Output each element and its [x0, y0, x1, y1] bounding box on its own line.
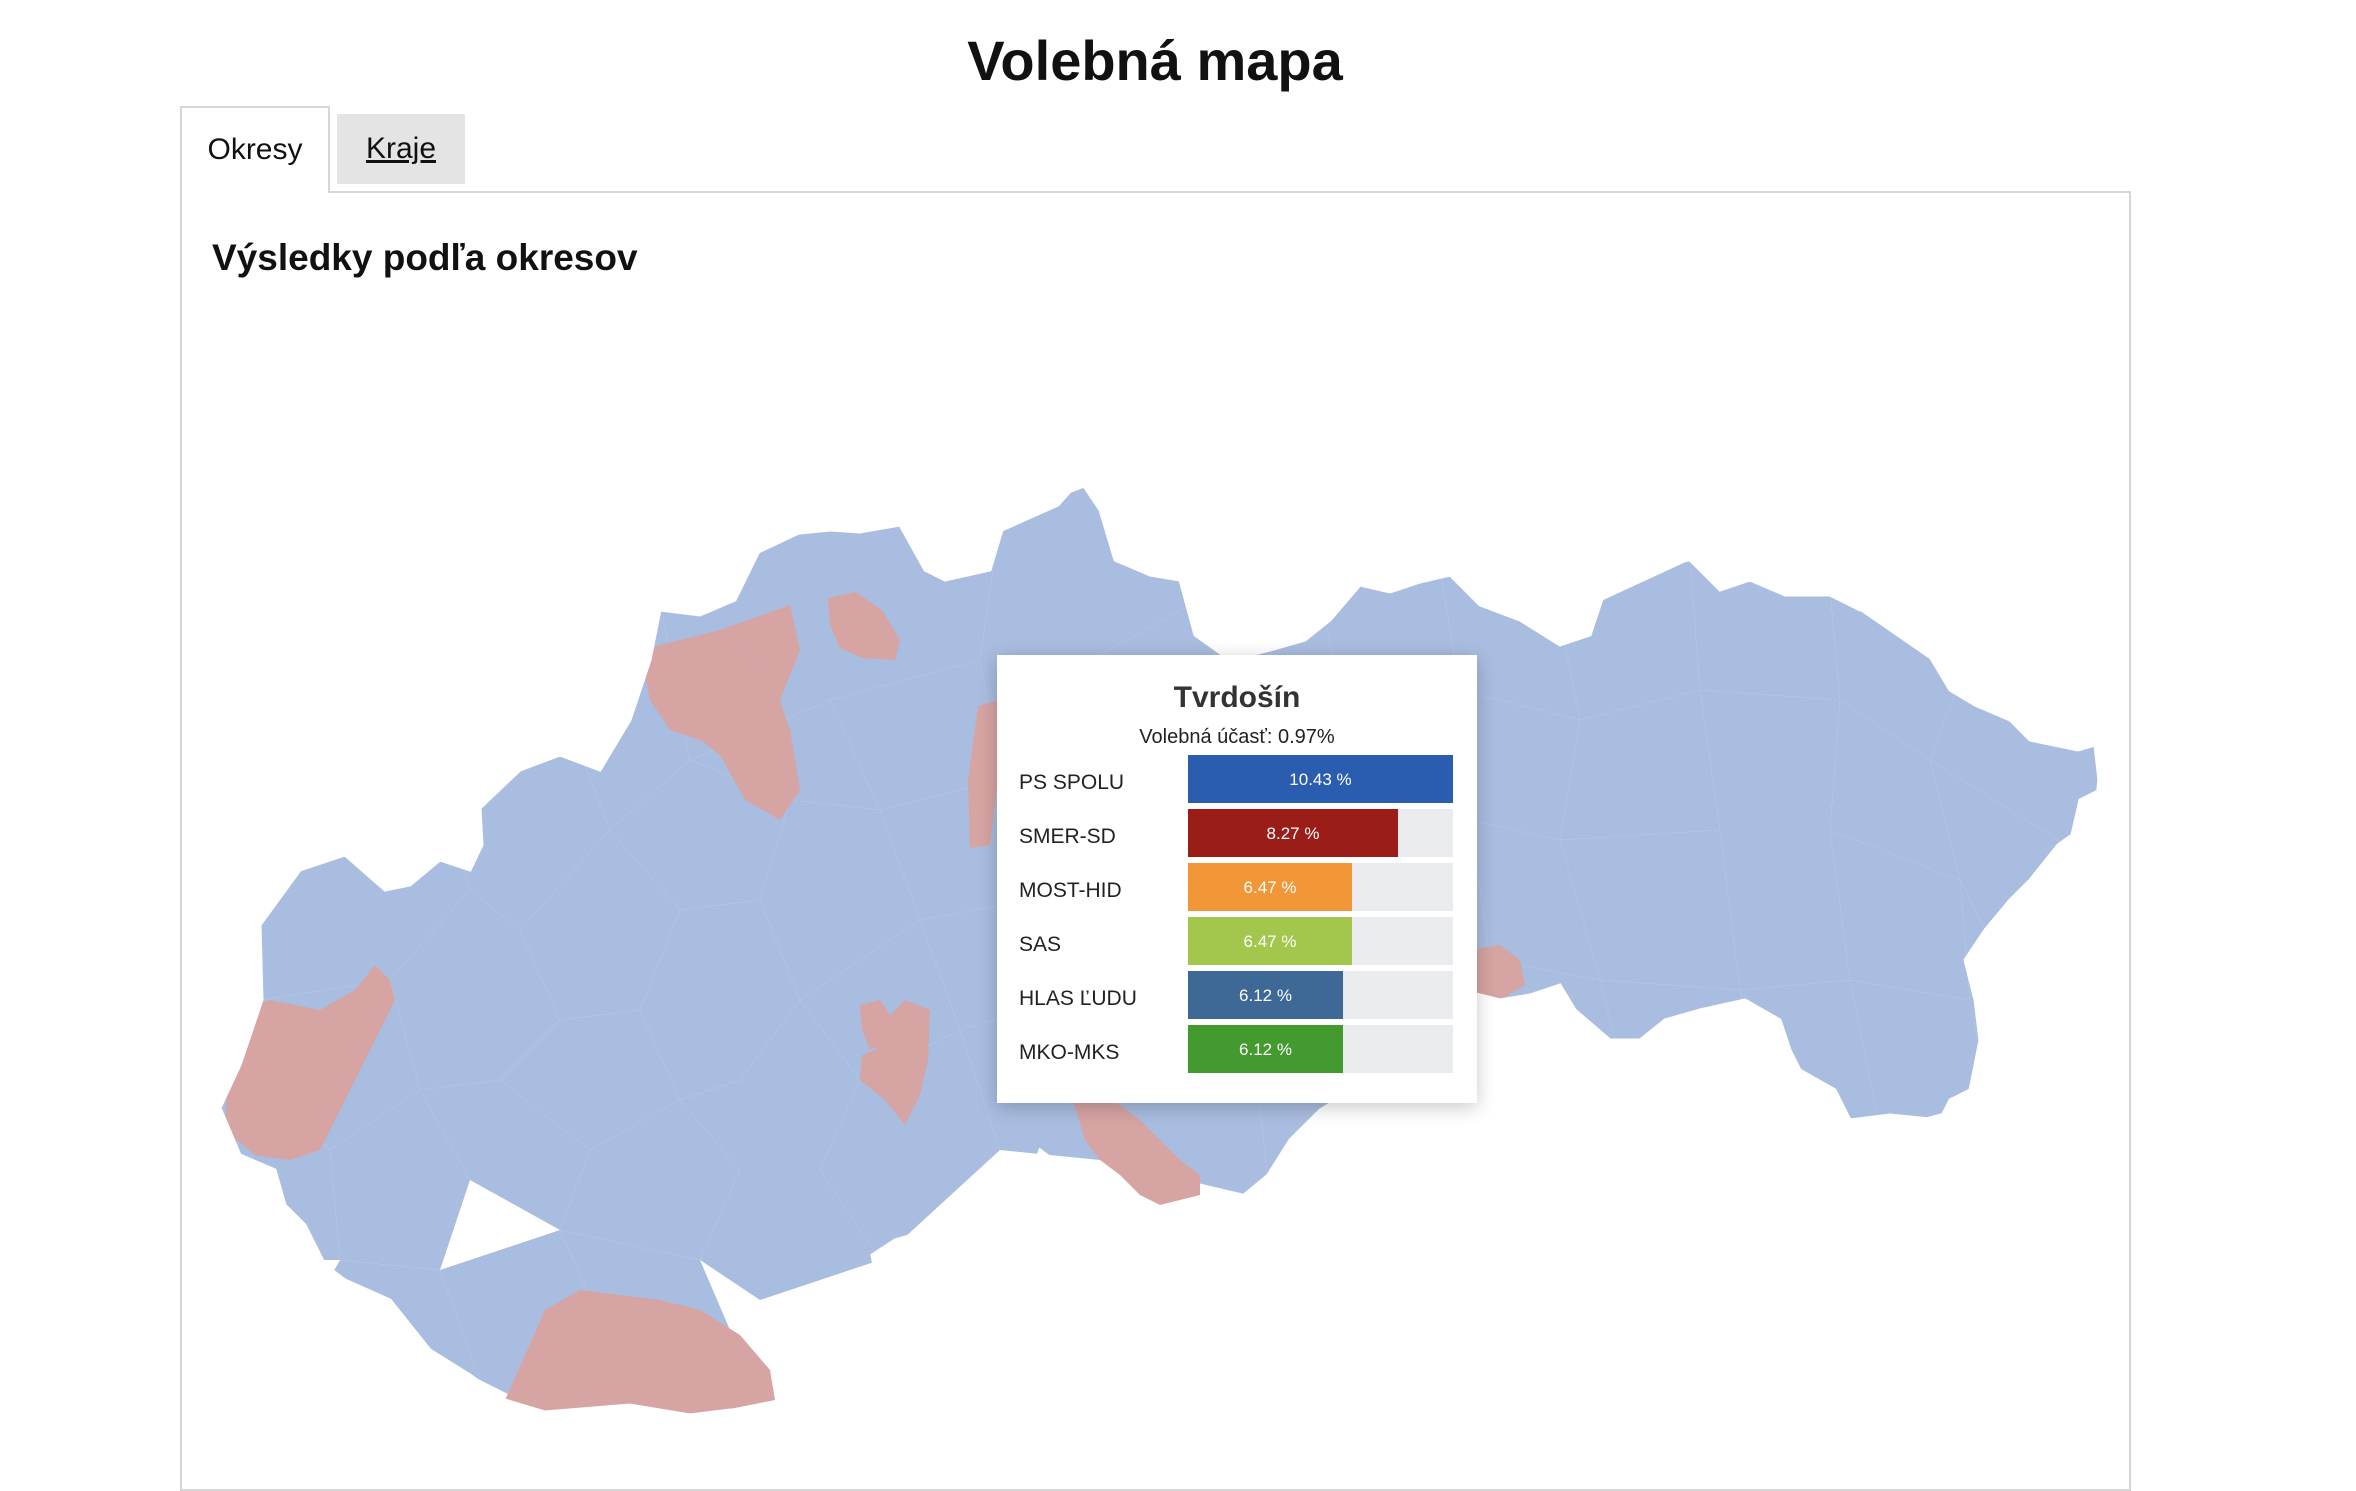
result-value: 6.12 % [1239, 986, 1292, 1005]
tab-okresy[interactable]: Okresy [180, 106, 330, 193]
result-bar-track: 6.12 % [1188, 1025, 1453, 1073]
result-value: 6.47 % [1243, 932, 1297, 951]
party-name: SMER-SD [1019, 825, 1116, 848]
tooltip-results: PS SPOLU 10.43 % SMER-SD 8.27 % MOST-HID… [1019, 755, 1459, 1079]
section-title: Výsledky podľa okresov [212, 237, 638, 278]
party-name: MOST-HID [1019, 879, 1122, 902]
result-row: PS SPOLU 10.43 % [1019, 755, 1459, 809]
result-row: MOST-HID 6.47 % [1019, 863, 1459, 917]
result-row: SAS 6.47 % [1019, 917, 1459, 971]
result-value: 10.43 % [1289, 770, 1352, 789]
result-bar-track: 6.47 % [1188, 863, 1453, 911]
district-region[interactable] [1720, 830, 1850, 990]
party-name: HLAS ĽUDU [1019, 987, 1137, 1010]
tooltip-district-name: Tvrdošín [1173, 681, 1301, 714]
result-bar-track: 8.27 % [1188, 809, 1453, 857]
party-name: MKO-MKS [1019, 1041, 1120, 1064]
result-bar-track: 6.12 % [1188, 971, 1453, 1019]
district-tooltip: Tvrdošín Volebná účasť: 0.97% PS SPOLU 1… [997, 655, 1477, 1103]
result-bar-track: 10.43 % [1188, 755, 1453, 803]
result-bar-track: 6.47 % [1188, 917, 1453, 965]
result-row: HLAS ĽUDU 6.12 % [1019, 971, 1459, 1025]
result-row: SMER-SD 8.27 % [1019, 809, 1459, 863]
tab-kraje[interactable]: Kraje [337, 114, 465, 184]
party-name: SAS [1019, 933, 1062, 956]
result-value: 6.47 % [1243, 878, 1297, 897]
result-value: 8.27 % [1266, 824, 1320, 843]
party-name: PS SPOLU [1019, 771, 1125, 794]
page-title: Volebná mapa [967, 29, 1343, 92]
result-row: MKO-MKS 6.12 % [1019, 1025, 1459, 1079]
tooltip-turnout: Volebná účasť: 0.97% [1139, 726, 1335, 748]
district-region[interactable] [1700, 690, 1840, 830]
result-value: 6.12 % [1239, 1040, 1292, 1059]
